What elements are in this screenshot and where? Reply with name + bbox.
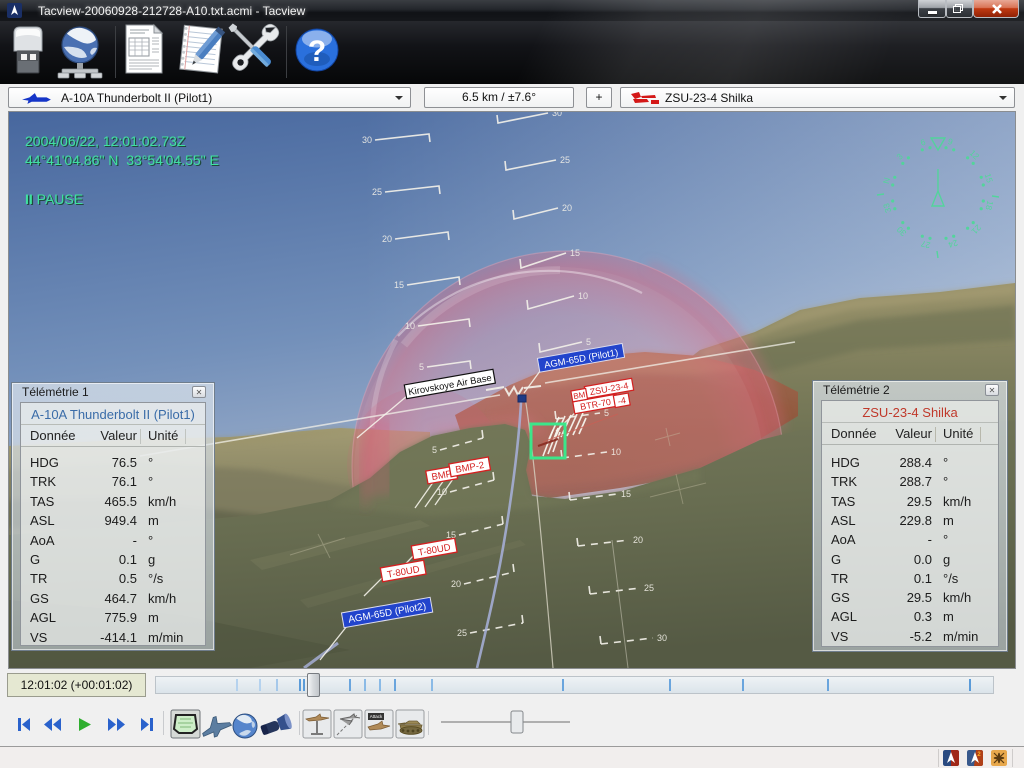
svg-text:?: ?	[308, 35, 326, 68]
svg-text:30: 30	[552, 112, 562, 118]
svg-text:15: 15	[621, 489, 631, 499]
svg-text:25: 25	[457, 628, 467, 638]
svg-text:2004/06/22, 12:01:02.73Z: 2004/06/22, 12:01:02.73Z	[25, 133, 186, 149]
svg-text:5: 5	[419, 362, 424, 372]
svg-text:5: 5	[432, 445, 437, 455]
svg-text:20: 20	[451, 579, 461, 589]
svg-text:Attack: Attack	[370, 714, 383, 719]
svg-text:44°41'04.86" N 33°54'04.55" E: 44°41'04.86" N 33°54'04.55" E	[25, 152, 219, 168]
svg-text:25: 25	[560, 155, 570, 165]
svg-text:15: 15	[570, 248, 580, 258]
svg-text:20: 20	[382, 234, 392, 244]
svg-text:10: 10	[578, 291, 588, 301]
svg-text:25: 25	[372, 187, 382, 197]
svg-text:30: 30	[362, 135, 372, 145]
svg-text:30: 30	[657, 633, 667, 643]
svg-text:25: 25	[644, 583, 654, 593]
svg-text:-4: -4	[617, 395, 627, 406]
svg-text:15: 15	[394, 280, 404, 290]
svg-text:5: 5	[604, 408, 609, 418]
svg-text:II PAUSE: II PAUSE	[25, 191, 83, 207]
svg-text:5: 5	[586, 337, 591, 347]
svg-text:20: 20	[562, 203, 572, 213]
svg-text:10: 10	[611, 447, 621, 457]
svg-text:10: 10	[405, 321, 415, 331]
svg-text:20: 20	[633, 535, 643, 545]
